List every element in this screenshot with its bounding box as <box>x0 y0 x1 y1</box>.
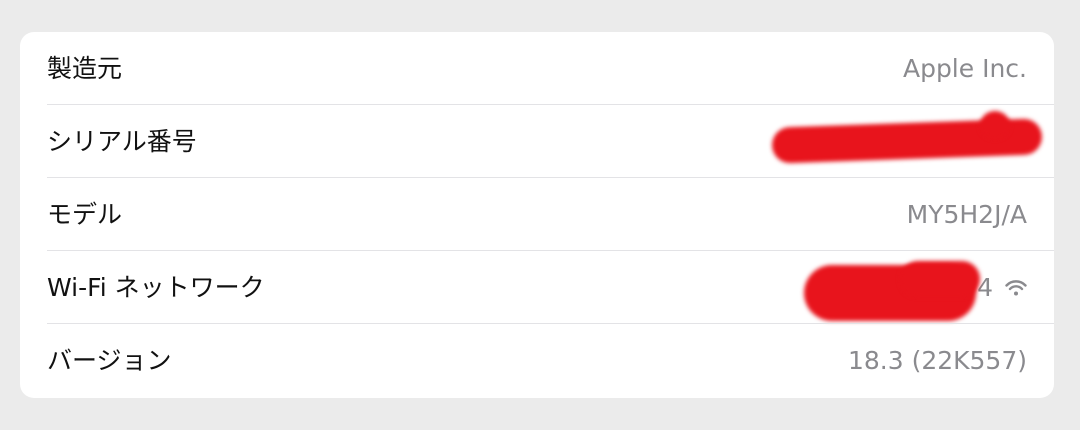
wifi-icon <box>1005 279 1027 297</box>
row-version[interactable]: バージョン 18.3 (22K557) <box>20 324 1054 397</box>
row-manufacturer: 製造元 Apple Inc. <box>20 32 1054 105</box>
serial-number-redaction-blob <box>980 111 1010 139</box>
serial-number-label: シリアル番号 <box>47 127 197 156</box>
version-value: 18.3 (22K557) <box>847 346 1027 375</box>
about-settings-card: 製造元 Apple Inc. シリアル番号 モデル MY5H2J/A Wi-Fi… <box>20 32 1054 398</box>
model-value: MY5H2J/A <box>906 200 1027 229</box>
row-model[interactable]: モデル MY5H2J/A <box>20 178 1054 251</box>
version-label: バージョン <box>47 346 172 375</box>
row-wifi-network[interactable]: Wi-Fi ネットワーク 4 <box>20 251 1054 324</box>
manufacturer-value: Apple Inc. <box>902 54 1027 83</box>
row-serial-number[interactable]: シリアル番号 <box>20 105 1054 178</box>
model-label: モデル <box>47 200 123 229</box>
wifi-network-label: Wi-Fi ネットワーク <box>47 273 265 302</box>
wifi-network-redaction-tail <box>900 261 980 297</box>
wifi-network-value-group: 4 <box>977 251 1027 324</box>
manufacturer-label: 製造元 <box>47 54 123 83</box>
